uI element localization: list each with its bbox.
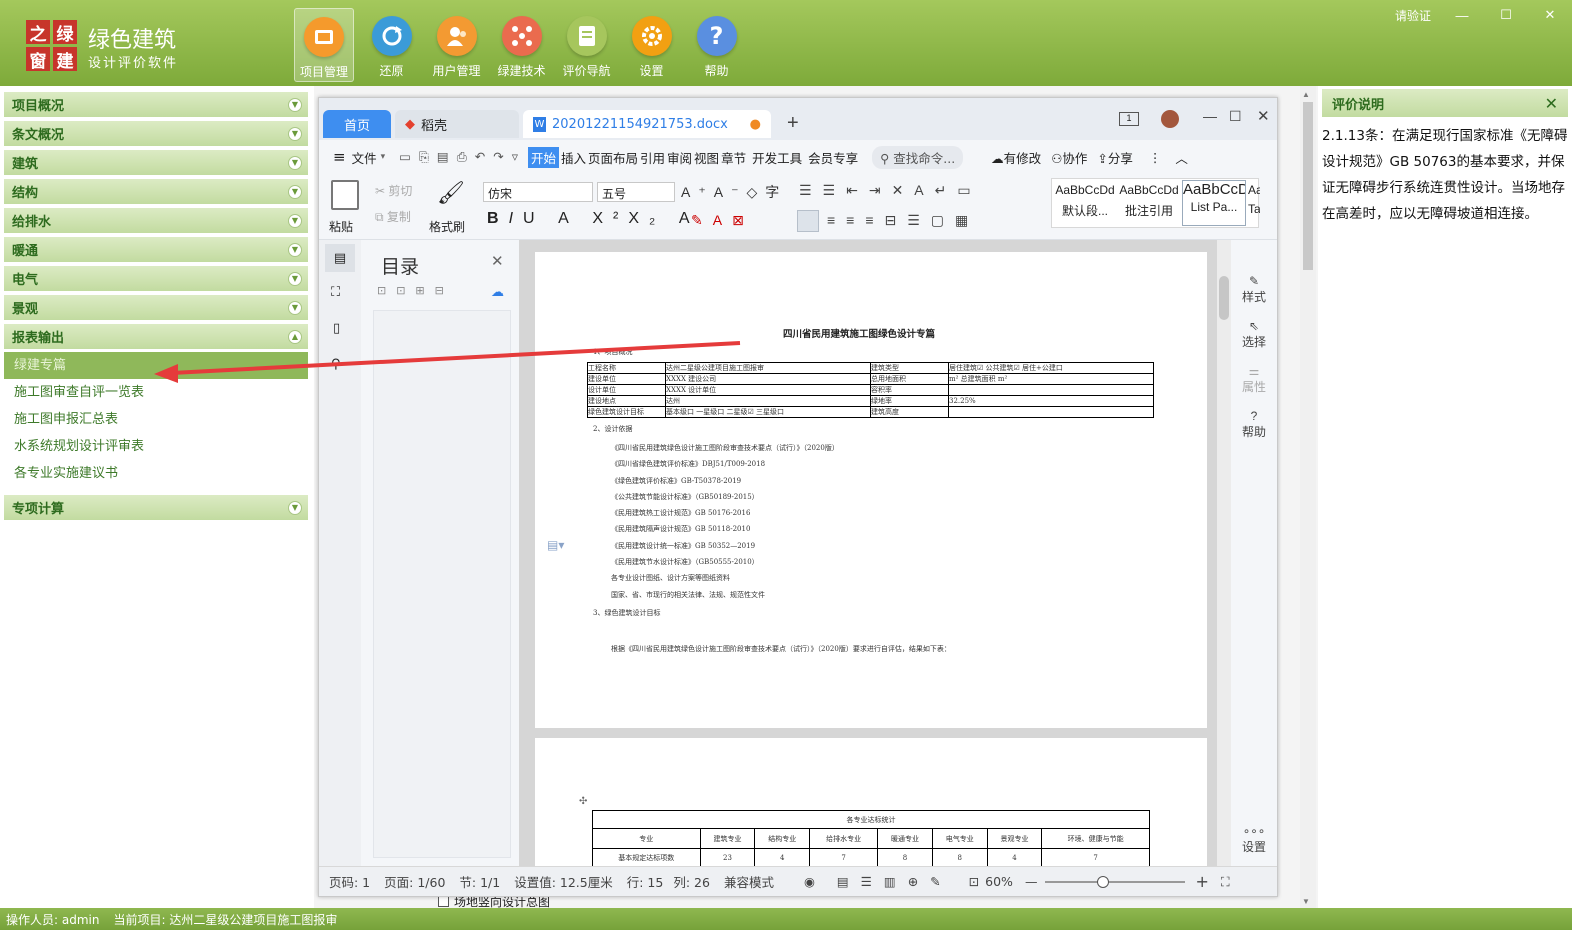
panel-title: 评价说明 (1332, 97, 1385, 113)
evaluation-panel: 评价说明 ✕ 2.1.13条：在满足现行国家标准《无障碍设计规范》GB 5076… (1318, 86, 1572, 908)
current-project: 当前项目: 达州二星级公建项目施工图报审 (113, 912, 338, 927)
panel-header: 评价说明 ✕ (1322, 89, 1568, 117)
app-status-bar: 操作人员: admin 当前项目: 达州二星级公建项目施工图报审 (0, 908, 1572, 930)
arrow-head (154, 364, 178, 383)
app-window: 之 绿 窗 建 绿色建筑 设计评价软件 项目管理 还原 用户管理 绿建技术 评价… (0, 0, 1572, 930)
operator-label: 操作人员: admin (6, 912, 100, 927)
arrow-line (171, 341, 741, 375)
close-icon[interactable]: ✕ (1545, 94, 1558, 113)
panel-text: 2.1.13条：在满足现行国家标准《无障碍设计规范》GB 50763的基本要求，… (1322, 128, 1568, 222)
